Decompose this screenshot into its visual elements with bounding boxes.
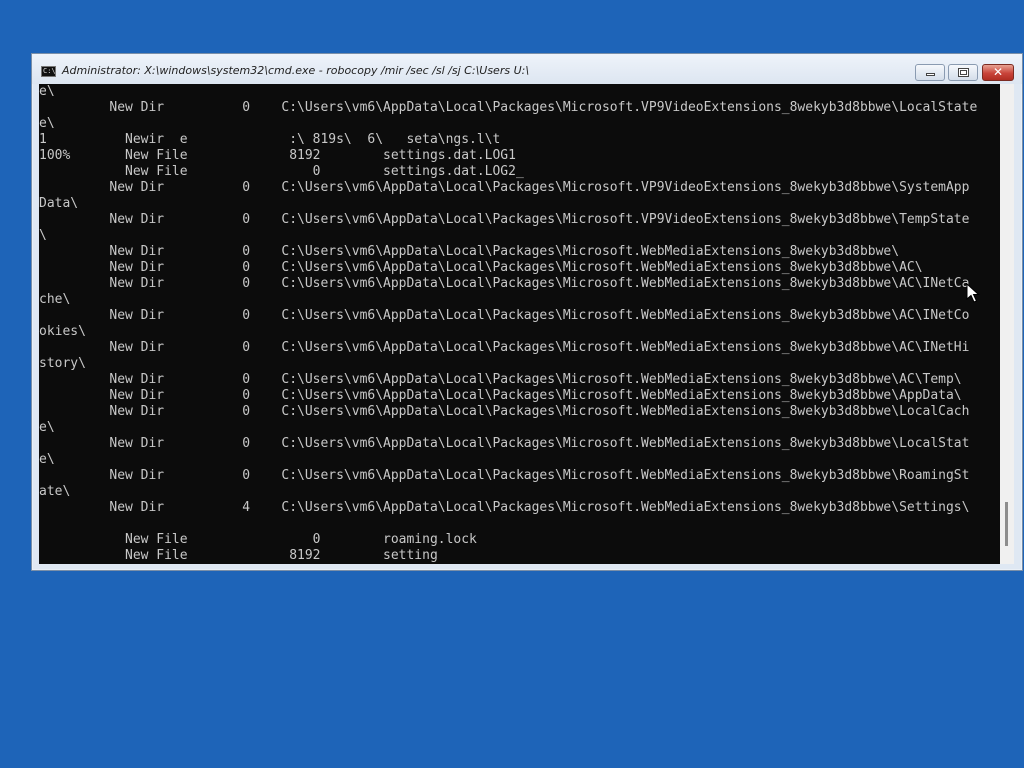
console-line: New Dir 0 C:\Users\vm6\AppData\Local\Pac… [39,180,970,195]
console-line: New Dir 0 C:\Users\vm6\AppData\Local\Pac… [39,244,900,259]
console-line: New Dir 0 C:\Users\vm6\AppData\Local\Pac… [39,388,962,403]
console-line: 1 Newir e :\ 819s\ 6\ seta\ngs.l\t [39,132,501,147]
console-line: e\ [39,116,55,131]
console-line: e\ [39,452,55,467]
console-line: New File 0 roaming.lock [39,532,477,547]
desktop: C:\ Administrator: X:\windows\system32\c… [0,0,1024,768]
console-line: che\ [39,292,71,307]
window-title: Administrator: X:\windows\system32\cmd.e… [62,64,530,77]
close-icon: ✕ [992,65,1004,79]
console-line: New File 0 settings.dat.LOG2_ [39,164,524,179]
maximize-button[interactable] [948,64,978,81]
console-line: \ [39,228,47,243]
console-line: New Dir 0 C:\Users\vm6\AppData\Local\Pac… [39,100,978,115]
console-line: ate\ [39,484,71,499]
console-line: New Dir 0 C:\Users\vm6\AppData\Local\Pac… [39,340,970,355]
console-line: e\ [39,420,55,435]
console-line: story\ [39,356,86,371]
console-line: New Dir 0 C:\Users\vm6\AppData\Local\Pac… [39,372,962,387]
console-line: New Dir 0 C:\Users\vm6\AppData\Local\Pac… [39,212,970,227]
console-line: New Dir 0 C:\Users\vm6\AppData\Local\Pac… [39,308,970,323]
close-button[interactable]: ✕ [982,64,1014,81]
console-line: New Dir 0 C:\Users\vm6\AppData\Local\Pac… [39,468,970,483]
console-line: New Dir 0 C:\Users\vm6\AppData\Local\Pac… [39,404,970,419]
console-output[interactable]: e\ New Dir 0 C:\Users\vm6\AppData\Local\… [39,84,1000,564]
console-line: New Dir 4 C:\Users\vm6\AppData\Local\Pac… [39,500,970,515]
minimize-button[interactable] [915,64,945,81]
console-line: 100% New File 8192 settings.dat.LOG1 [39,148,516,163]
console-line: e\ [39,84,55,99]
maximize-icon [958,68,969,77]
scrollbar-thumb[interactable] [1005,502,1008,546]
cmd-icon[interactable]: C:\ [41,66,56,77]
title-bar[interactable]: C:\ Administrator: X:\windows\system32\c… [32,54,1022,84]
console-line: New Dir 0 C:\Users\vm6\AppData\Local\Pac… [39,276,970,291]
console-line: Data\ [39,196,79,211]
console-line: New File 8192 setting [39,548,438,563]
minimize-icon [926,73,935,76]
console-line: New Dir 0 C:\Users\vm6\AppData\Local\Pac… [39,260,923,275]
console-line: okies\ [39,324,86,339]
console-line: New Dir 0 C:\Users\vm6\AppData\Local\Pac… [39,436,970,451]
mouse-pointer-icon [966,283,980,303]
cmd-window[interactable]: C:\ Administrator: X:\windows\system32\c… [31,53,1023,571]
vertical-scrollbar[interactable] [1000,84,1014,564]
